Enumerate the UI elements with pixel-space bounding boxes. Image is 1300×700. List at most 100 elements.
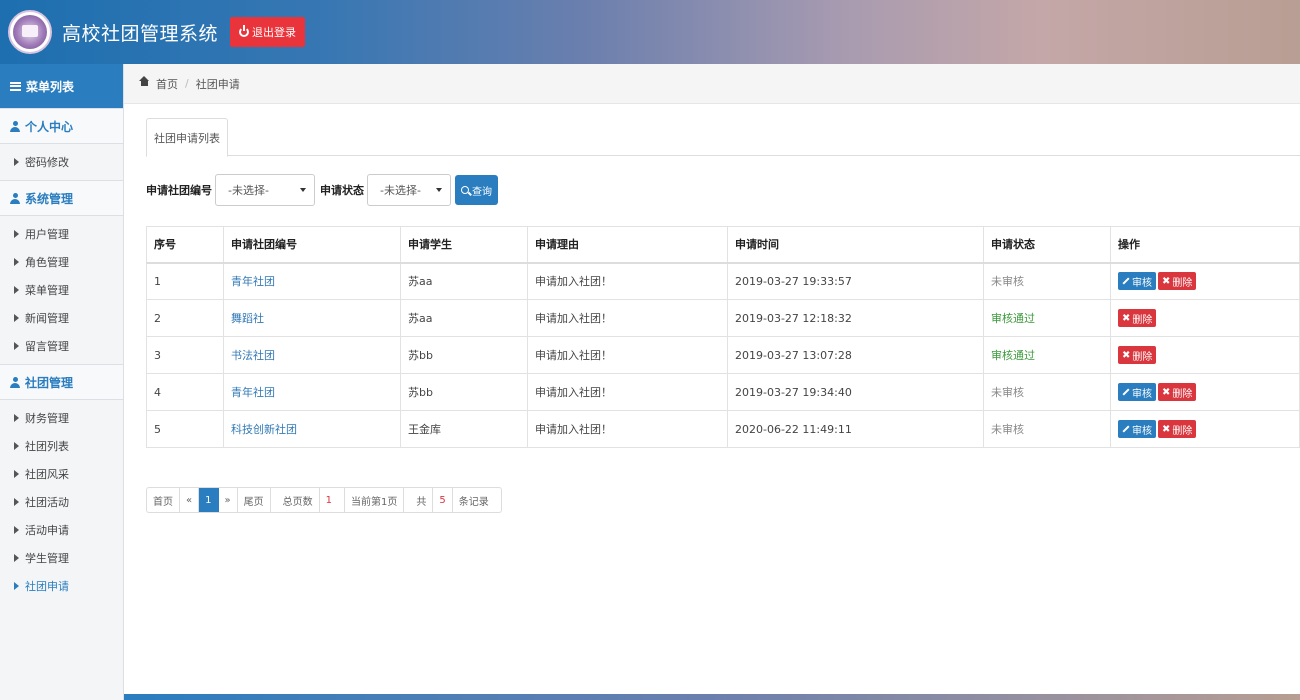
delete-label: 删除 <box>1172 388 1193 400</box>
cell-status: 未审核 <box>983 373 1111 411</box>
caret-right-icon <box>14 286 19 294</box>
sidebar-item-users[interactable]: 用户管理 <box>0 220 123 248</box>
sidebar-section-system[interactable]: 系统管理 <box>0 180 123 216</box>
sidebar-item-messages[interactable]: 留言管理 <box>0 332 123 360</box>
col-actions: 操作 <box>1110 226 1300 264</box>
sidebar-menu-header: 菜单列表 <box>0 64 123 108</box>
club-select-value: -未选择- <box>228 184 269 197</box>
sidebar-item-label: 菜单管理 <box>25 284 69 297</box>
cell-reason: 申请加入社团！ <box>527 410 728 448</box>
cell-time: 2020-06-22 11:49:11 <box>727 410 984 448</box>
cell-no: 5 <box>146 410 224 448</box>
records-count: 5 <box>433 488 453 512</box>
sidebar-item-club-apply[interactable]: 社团申请 <box>0 572 123 600</box>
sidebar-item-label: 密码修改 <box>25 156 69 169</box>
query-label: 查询 <box>472 186 492 198</box>
pager-next[interactable]: » <box>219 488 238 512</box>
sidebar-item-label: 社团申请 <box>25 580 69 593</box>
pager-prev[interactable]: « <box>180 488 200 512</box>
menu-header-label: 菜单列表 <box>26 79 75 94</box>
sidebar-item-news[interactable]: 新闻管理 <box>0 304 123 332</box>
close-icon: ✖ <box>1162 423 1171 435</box>
sidebar-item-label: 社团活动 <box>25 496 69 509</box>
cell-status: 审核通过 <box>983 299 1111 337</box>
filter-bar: 申请社团编号 -未选择- 申请状态 -未选择- 查询 <box>146 174 498 206</box>
close-icon: ✖ <box>1162 386 1171 398</box>
caret-right-icon <box>14 342 19 350</box>
power-icon <box>239 25 250 37</box>
caret-right-icon <box>14 554 19 562</box>
caret-right-icon <box>14 414 19 422</box>
audit-button[interactable]: 审核 <box>1118 420 1156 438</box>
pager-total-pages: 总页数 1 <box>271 488 345 512</box>
top-header: 高校社团管理系统 退出登录 <box>0 0 1300 64</box>
status-select[interactable]: -未选择- <box>367 174 451 206</box>
list-icon <box>10 81 21 91</box>
col-club: 申请社团编号 <box>223 226 401 264</box>
sidebar-item-activity-apply[interactable]: 活动申请 <box>0 516 123 544</box>
audit-button[interactable]: 审核 <box>1118 383 1156 401</box>
sidebar-item-club-list[interactable]: 社团列表 <box>0 432 123 460</box>
cell-time: 2019-03-27 12:18:32 <box>727 299 984 337</box>
delete-button[interactable]: ✖ 删除 <box>1158 420 1197 438</box>
sidebar-item-password[interactable]: 密码修改 <box>0 148 123 176</box>
sidebar-item-students[interactable]: 学生管理 <box>0 544 123 572</box>
pager-page-1[interactable]: 1 <box>199 488 219 512</box>
sidebar-item-club-activities[interactable]: 社团活动 <box>0 488 123 516</box>
cell-student: 王金库 <box>400 410 528 448</box>
delete-button[interactable]: ✖ 删除 <box>1118 346 1157 364</box>
caret-right-icon <box>14 498 19 506</box>
sidebar-item-label: 学生管理 <box>25 552 69 565</box>
cell-club-link[interactable]: 青年社团 <box>223 373 401 411</box>
cell-no: 2 <box>146 299 224 337</box>
sidebar: 菜单列表 个人中心 密码修改 系统管理 用户管理 角色管理 菜单管理 新闻管理 … <box>0 64 124 700</box>
pager-first[interactable]: 首页 <box>147 488 180 512</box>
sidebar-item-label: 新闻管理 <box>25 312 69 325</box>
breadcrumb-home[interactable]: 首页 <box>156 76 178 92</box>
sidebar-item-club-gallery[interactable]: 社团风采 <box>0 460 123 488</box>
audit-label: 审核 <box>1132 425 1152 437</box>
status-filter-label: 申请状态 <box>320 184 364 197</box>
table-row: 5 科技创新社团 王金库 申请加入社团！ 2020-06-22 11:49:11… <box>146 410 1300 448</box>
cell-club-link[interactable]: 书法社团 <box>223 336 401 374</box>
caret-right-icon <box>14 442 19 450</box>
cell-club-link[interactable]: 青年社团 <box>223 262 401 300</box>
sidebar-item-finance[interactable]: 财务管理 <box>0 404 123 432</box>
sidebar-section-personal[interactable]: 个人中心 <box>0 108 123 144</box>
cell-student: 苏aa <box>400 262 528 300</box>
table-row: 3 书法社团 苏bb 申请加入社团！ 2019-03-27 13:07:28 审… <box>146 336 1300 374</box>
sidebar-item-menus[interactable]: 菜单管理 <box>0 276 123 304</box>
sidebar-item-roles[interactable]: 角色管理 <box>0 248 123 276</box>
section-label: 个人中心 <box>25 119 74 134</box>
pager-last[interactable]: 尾页 <box>238 488 271 512</box>
club-select[interactable]: -未选择- <box>215 174 315 206</box>
table-header-row: 序号 申请社团编号 申请学生 申请理由 申请时间 申请状态 操作 <box>146 226 1300 264</box>
cell-reason: 申请加入社团！ <box>527 336 728 374</box>
pencil-icon <box>1122 388 1130 396</box>
logout-label: 退出登录 <box>252 26 297 39</box>
caret-right-icon <box>14 314 19 322</box>
site-title: 高校社团管理系统 <box>62 22 219 45</box>
club-filter-label: 申请社团编号 <box>146 184 212 197</box>
audit-button[interactable]: 审核 <box>1118 272 1156 291</box>
pencil-icon <box>1122 425 1130 433</box>
delete-label: 删除 <box>1172 425 1193 437</box>
cell-club-link[interactable]: 舞蹈社 <box>223 299 401 337</box>
cell-actions: 审核 ✖ 删除 <box>1110 410 1300 448</box>
logout-button[interactable]: 退出登录 <box>230 17 306 47</box>
audit-label: 审核 <box>1132 388 1152 400</box>
delete-button[interactable]: ✖ 删除 <box>1158 383 1197 401</box>
footer-bar <box>124 694 1300 700</box>
cell-actions: 审核 ✖ 删除 <box>1110 262 1300 300</box>
cell-student: 苏aa <box>400 299 528 337</box>
query-button[interactable]: 查询 <box>455 175 498 205</box>
cell-club-link[interactable]: 科技创新社团 <box>223 410 401 448</box>
delete-button[interactable]: ✖ 删除 <box>1118 309 1157 327</box>
sidebar-section-clubs[interactable]: 社团管理 <box>0 364 123 400</box>
col-reason: 申请理由 <box>527 226 728 264</box>
delete-button[interactable]: ✖ 删除 <box>1158 272 1197 291</box>
sidebar-item-label: 留言管理 <box>25 340 69 353</box>
tab-club-apply-list[interactable]: 社团申请列表 <box>146 118 228 157</box>
col-status: 申请状态 <box>983 226 1111 264</box>
cell-actions: ✖ 删除 <box>1110 336 1300 374</box>
